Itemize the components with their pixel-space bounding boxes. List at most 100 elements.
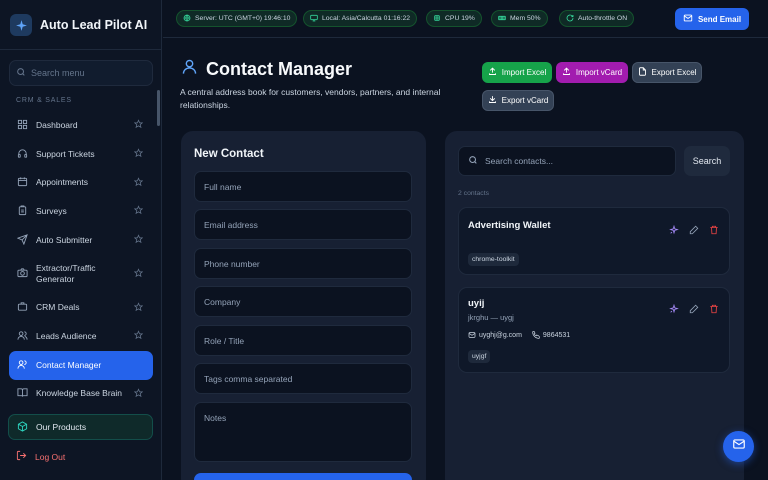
sidebar-item-support-tickets[interactable]: Support Tickets — [9, 140, 153, 169]
email-field[interactable]: Email address — [194, 209, 412, 240]
sidebar-item-surveys[interactable]: Surveys — [9, 197, 153, 226]
file-icon — [638, 67, 647, 78]
star-icon[interactable] — [133, 148, 144, 160]
section-label: CRM & SALES — [16, 97, 72, 104]
logout-label: Log Out — [35, 451, 66, 462]
logout-icon — [16, 450, 27, 463]
sidebar-item-leads-audience[interactable]: Leads Audience — [9, 322, 153, 351]
trash-icon[interactable] — [709, 222, 719, 240]
upload-icon — [488, 67, 497, 78]
sidebar: Auto Lead Pilot AI Search menu CRM & SAL… — [0, 0, 162, 480]
chip-icon — [433, 14, 441, 24]
memory-icon — [498, 14, 506, 24]
local-time-text: Local: Asia/Calcutta 01:16:22 — [322, 15, 411, 22]
sidebar-item-crm-deals[interactable]: CRM Deals — [9, 293, 153, 322]
export-excel-button[interactable]: Export Excel — [632, 62, 702, 83]
sidebar-item-knowledge-base[interactable]: Knowledge Base Brain — [9, 380, 153, 409]
contact-tag: uyjgf — [468, 350, 491, 363]
star-icon[interactable] — [133, 388, 144, 399]
app-title: Auto Lead Pilot AI — [40, 18, 148, 32]
send-email-label: Send Email — [697, 14, 742, 24]
sidebar-item-label: Support Tickets — [36, 148, 95, 159]
sidebar-item-auto-submitter[interactable]: Auto Submitter — [9, 226, 153, 255]
search-icon — [468, 155, 478, 167]
trash-icon[interactable] — [709, 301, 719, 319]
import-vcard-label: Import vCard — [575, 68, 623, 77]
star-icon[interactable] — [133, 302, 144, 313]
auto-throttle-badge[interactable]: Auto-throttle ON — [559, 10, 635, 27]
contact-phone-text: 9864531 — [542, 331, 571, 339]
memory-badge: Mem 50% — [491, 10, 548, 27]
refresh-icon — [566, 14, 574, 24]
send-icon — [16, 233, 28, 247]
sidebar-item-appointments[interactable]: Appointments — [9, 168, 153, 197]
star-icon[interactable] — [133, 330, 144, 342]
contact-email[interactable]: uyghj@g.com — [468, 331, 522, 339]
grid-icon — [17, 119, 28, 132]
company-field[interactable]: Company — [194, 286, 412, 317]
send-email-button[interactable]: Send Email — [675, 8, 749, 30]
contact-phone[interactable]: 9864531 — [532, 331, 570, 339]
contact-actions — [669, 301, 719, 319]
new-contact-title: New Contact — [194, 148, 264, 160]
save-contact-button[interactable] — [194, 473, 412, 480]
briefcase-icon — [17, 301, 28, 314]
camera-icon — [17, 267, 28, 280]
contact-email-text: uyghj@g.com — [479, 331, 522, 339]
sidebar-scrollbar[interactable] — [157, 90, 160, 126]
sidebar-item-extractor[interactable]: Extractor/Traffic Generator — [9, 254, 153, 293]
our-products-label: Our Products — [36, 422, 87, 432]
star-icon[interactable] — [133, 205, 144, 217]
notes-field[interactable]: Notes — [194, 402, 412, 462]
star-icon[interactable] — [133, 177, 144, 188]
brand[interactable]: Auto Lead Pilot AI — [10, 12, 147, 38]
search-contacts-input[interactable]: Search contacts... — [458, 146, 676, 176]
search-menu-input[interactable]: Search menu — [9, 60, 153, 86]
local-time-badge: Local: Asia/Calcutta 01:16:22 — [303, 10, 418, 27]
sparkle-logo-icon — [10, 14, 32, 36]
import-excel-button[interactable]: Import Excel — [482, 62, 552, 83]
search-contacts-placeholder: Search contacts... — [485, 156, 554, 166]
sidebar-item-label: Contact Manager — [36, 359, 102, 370]
monitor-icon — [310, 14, 318, 24]
logout-button[interactable]: Log Out — [16, 450, 65, 463]
sparkle-icon[interactable] — [669, 222, 679, 240]
users-icon — [17, 330, 28, 343]
sidebar-item-label: Leads Audience — [36, 330, 97, 341]
sidebar-item-contact-manager[interactable]: Contact Manager — [9, 350, 153, 380]
headset-icon — [17, 148, 28, 161]
contact-tag: chrome-toolkit — [468, 253, 519, 266]
tags-field[interactable]: Tags comma separated — [194, 363, 412, 394]
import-vcard-button[interactable]: Import vCard — [556, 62, 628, 83]
import-excel-label: Import Excel — [501, 68, 547, 77]
contact-card[interactable]: Advertising Wallet chrome-toolkit — [458, 207, 730, 275]
star-icon[interactable] — [133, 268, 144, 279]
star-icon[interactable] — [133, 234, 144, 246]
role-field[interactable]: Role / Title — [194, 325, 412, 356]
memory-text: Mem 50% — [510, 15, 541, 22]
search-button[interactable]: Search — [684, 146, 730, 176]
export-vcard-button[interactable]: Export vCard — [482, 90, 554, 111]
floating-mail-button[interactable] — [723, 431, 754, 462]
contact-card[interactable]: uyij jkrghu — uygj uyghj@g.com 9864531 u… — [458, 287, 730, 373]
mail-icon — [683, 13, 693, 25]
star-icon[interactable] — [133, 119, 144, 131]
phone-field[interactable]: Phone number — [194, 248, 412, 279]
edit-icon[interactable] — [689, 222, 699, 240]
sidebar-item-label: CRM Deals — [36, 302, 80, 313]
topbar: Server: UTC (GMT+0) 19:46:10 Local: Asia… — [163, 0, 768, 38]
auto-throttle-text: Auto-throttle ON — [578, 15, 628, 22]
box-icon — [17, 420, 28, 434]
user-icon — [181, 58, 198, 80]
download-icon — [488, 95, 497, 106]
divider — [0, 49, 162, 50]
full-name-field[interactable]: Full name — [194, 171, 412, 202]
our-products-button[interactable]: Our Products — [8, 414, 153, 440]
page-header: Contact Manager — [181, 58, 352, 80]
sparkle-icon[interactable] — [669, 301, 679, 319]
calendar-icon — [17, 176, 28, 189]
sidebar-item-dashboard[interactable]: Dashboard — [9, 111, 153, 140]
page-description: A central address book for customers, ve… — [180, 87, 441, 110]
edit-icon[interactable] — [689, 301, 699, 319]
upload-icon — [562, 67, 571, 78]
